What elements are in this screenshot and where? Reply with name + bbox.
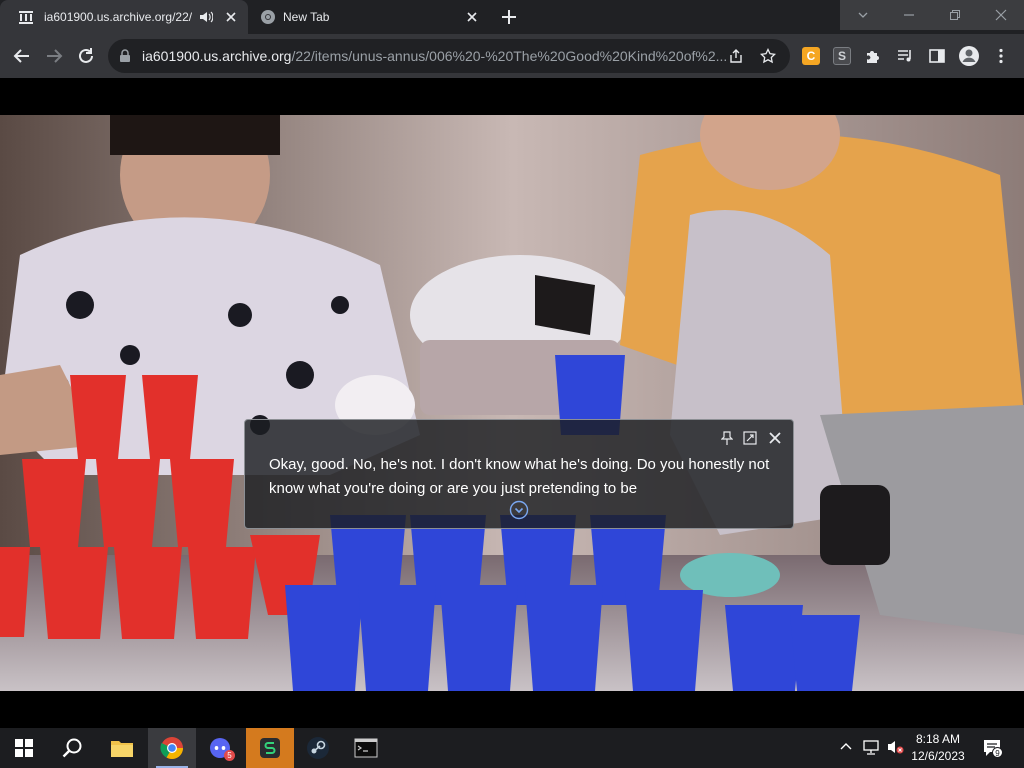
speaker-icon[interactable] xyxy=(199,10,213,24)
new-tab-plus-icon[interactable] xyxy=(500,8,518,26)
chrome-icon xyxy=(160,737,183,759)
windows-logo-icon xyxy=(15,739,33,757)
back-arrow-icon[interactable] xyxy=(12,46,32,66)
close-window-button[interactable] xyxy=(978,0,1024,30)
search-icon xyxy=(62,738,82,758)
discord-badge: 5 xyxy=(224,750,235,761)
clock-date: 12/6/2023 xyxy=(911,749,965,763)
discord-taskbar-button[interactable]: 5 xyxy=(196,728,244,768)
close-icon[interactable] xyxy=(768,431,782,445)
network-icon[interactable] xyxy=(862,738,880,756)
chrome-taskbar-button[interactable] xyxy=(148,728,196,768)
bookmark-star-icon[interactable] xyxy=(760,48,776,64)
chevron-up-icon[interactable] xyxy=(838,739,854,755)
search-button[interactable] xyxy=(48,728,96,768)
system-clock[interactable]: 8:18 AM 12/6/2023 xyxy=(906,731,970,765)
reload-icon[interactable] xyxy=(76,46,96,66)
minimize-icon xyxy=(904,14,914,16)
profile-avatar-icon[interactable] xyxy=(958,45,980,67)
url-text[interactable]: ia601900.us.archive.org/22/items/unus-an… xyxy=(142,48,726,64)
close-tab-icon[interactable] xyxy=(464,9,480,25)
extension-c-icon[interactable]: C xyxy=(802,47,820,65)
browser-toolbar: ia601900.us.archive.org/22/items/unus-an… xyxy=(0,34,1024,78)
video-player[interactable]: Okay, good. No, he's not. I don't know w… xyxy=(0,115,1024,691)
side-panel-icon[interactable] xyxy=(928,47,946,65)
volume-muted-icon[interactable] xyxy=(886,738,904,756)
restore-icon xyxy=(950,10,960,20)
tab-title: New Tab xyxy=(283,10,330,24)
tab-new-tab[interactable]: New Tab xyxy=(250,0,490,34)
clock-time: 8:18 AM xyxy=(915,732,961,746)
kebab-menu-icon[interactable] xyxy=(992,47,1010,65)
extension-app-taskbar-button[interactable] xyxy=(246,728,294,768)
url-path: /22/items/unus-annus/006%20-%20The%20Goo… xyxy=(291,48,726,64)
page-content: Okay, good. No, he's not. I don't know w… xyxy=(0,78,1024,728)
windows-taskbar: 5 8:18 AM 12/6/2023 9 xyxy=(0,728,1024,768)
steam-taskbar-button[interactable] xyxy=(294,728,342,768)
start-button[interactable] xyxy=(0,728,48,768)
notifications-button[interactable]: 9 xyxy=(980,736,1006,760)
tab-strip: ia601900.us.archive.org/22/i New Tab xyxy=(0,0,1024,34)
live-captions-panel[interactable]: Okay, good. No, he's not. I don't know w… xyxy=(244,419,794,529)
media-controls-icon[interactable] xyxy=(896,47,914,65)
extension-s-icon[interactable]: S xyxy=(833,47,851,65)
pin-icon[interactable] xyxy=(721,431,733,445)
tab-search-button[interactable] xyxy=(840,0,886,30)
chrome-icon xyxy=(261,10,275,24)
tab-title: ia601900.us.archive.org/22/i xyxy=(44,10,192,24)
lock-icon[interactable] xyxy=(118,49,132,63)
file-explorer-button[interactable] xyxy=(98,728,146,768)
tab-archive[interactable]: ia601900.us.archive.org/22/i xyxy=(0,0,248,34)
share-icon[interactable] xyxy=(728,48,744,64)
expand-icon[interactable] xyxy=(743,431,757,445)
s-app-icon xyxy=(260,738,280,758)
forward-arrow-icon[interactable] xyxy=(44,46,64,66)
archive-museum-icon xyxy=(19,11,33,24)
address-bar[interactable]: ia601900.us.archive.org/22/items/unus-an… xyxy=(108,39,790,73)
steam-icon xyxy=(307,737,329,759)
chevron-down-icon xyxy=(858,12,868,18)
caption-text: Okay, good. No, he's not. I don't know w… xyxy=(269,456,770,497)
url-host: ia601900.us.archive.org xyxy=(142,48,292,64)
terminal-taskbar-button[interactable] xyxy=(342,728,390,768)
extensions-puzzle-icon[interactable] xyxy=(864,47,882,65)
chevron-down-icon[interactable] xyxy=(509,500,529,520)
minimize-button[interactable] xyxy=(886,0,932,30)
terminal-icon xyxy=(354,738,378,758)
folder-icon xyxy=(111,741,133,757)
notifications-badge: 9 xyxy=(992,747,1003,758)
close-tab-icon[interactable] xyxy=(223,9,239,25)
close-icon xyxy=(995,9,1007,21)
restore-button[interactable] xyxy=(932,0,978,30)
video-frame xyxy=(0,115,1024,691)
